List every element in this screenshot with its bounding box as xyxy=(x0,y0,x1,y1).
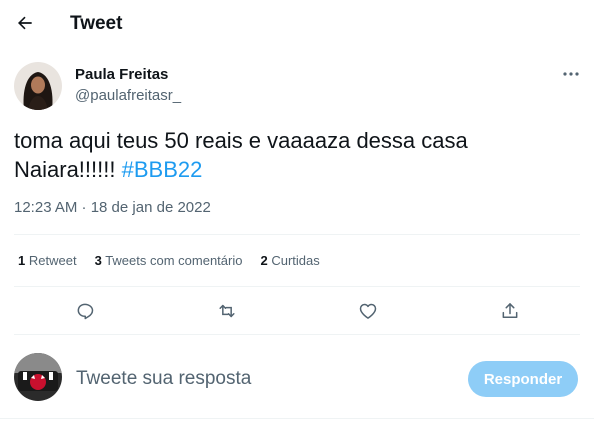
page-title: Tweet xyxy=(70,13,123,34)
author-name[interactable]: Paula Freitas xyxy=(75,66,168,84)
tweet-stats: 1 Retweet 3 Tweets com comentário 2 Curt… xyxy=(18,253,338,269)
retweet-icon xyxy=(219,304,235,318)
share-icon xyxy=(502,303,518,318)
stat-count: 3 xyxy=(94,253,102,268)
author-avatar[interactable] xyxy=(14,62,62,110)
reply-submit-button[interactable]: Responder xyxy=(468,361,578,397)
stat-label: Tweets com comentário xyxy=(105,253,243,268)
divider xyxy=(0,418,594,419)
user-avatar[interactable] xyxy=(14,353,62,401)
stat-label: Curtidas xyxy=(271,253,320,268)
reply-icon xyxy=(77,303,94,320)
header: Tweet xyxy=(0,0,594,48)
tweet-page: Tweet Paula Freitas @paulafreitasr_ toma… xyxy=(0,0,594,422)
reply-input[interactable] xyxy=(76,366,436,392)
more-dots-icon xyxy=(563,72,579,76)
tweet-timestamp[interactable]: 12:23 AM · 18 de jan de 2022 xyxy=(14,199,211,217)
tweet-text: toma aqui teus 50 reais e vaaaaza dessa … xyxy=(14,126,574,184)
stat-likes[interactable]: 2 Curtidas xyxy=(260,253,319,269)
author-handle[interactable]: @paulafreitasr_ xyxy=(75,87,181,105)
stat-quote-tweets[interactable]: 3 Tweets com comentário xyxy=(95,253,243,269)
stat-retweets[interactable]: 1 Retweet xyxy=(18,253,77,269)
back-button[interactable] xyxy=(12,10,38,36)
divider xyxy=(14,334,580,335)
like-button[interactable] xyxy=(353,296,383,326)
stat-count: 1 xyxy=(18,253,26,268)
tweet-actions xyxy=(0,296,594,326)
share-button[interactable] xyxy=(495,296,525,326)
heart-icon xyxy=(359,303,377,319)
hashtag-link[interactable]: #BBB22 xyxy=(122,157,203,182)
stat-label: Retweet xyxy=(28,253,77,268)
divider xyxy=(14,234,580,235)
retweet-button[interactable] xyxy=(212,296,242,326)
stat-count: 2 xyxy=(260,253,268,268)
arrow-left-icon xyxy=(18,16,32,30)
divider xyxy=(14,286,580,287)
tweet-body: toma aqui teus 50 reais e vaaaaza dessa … xyxy=(14,128,468,182)
reply-button[interactable] xyxy=(70,296,100,326)
more-options-button[interactable] xyxy=(560,64,582,84)
